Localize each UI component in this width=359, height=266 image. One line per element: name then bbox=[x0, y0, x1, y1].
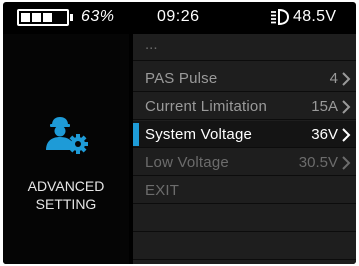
menu-item-value: 36V bbox=[311, 126, 338, 143]
battery-fill bbox=[21, 13, 52, 22]
display-screen: 63% 09:26 48.5V ADVANCED SETTING ... PAS… bbox=[3, 2, 356, 264]
empty-row bbox=[133, 205, 356, 232]
menu-item-exit[interactable]: EXIT bbox=[133, 177, 356, 204]
status-bar: 63% 09:26 48.5V bbox=[3, 2, 356, 32]
menu-item-value: 4 bbox=[329, 70, 338, 87]
clock: 09:26 bbox=[157, 8, 200, 25]
chevron-right-icon bbox=[342, 100, 351, 114]
more-items-row: ... bbox=[133, 34, 356, 61]
left-panel: ADVANCED SETTING bbox=[3, 34, 129, 264]
menu-item-label: Low Voltage bbox=[145, 154, 229, 171]
battery-percent: 63% bbox=[81, 8, 115, 25]
menu-item-value: 30.5V bbox=[298, 154, 338, 171]
menu-item-label: PAS Pulse bbox=[145, 70, 218, 87]
screen-title-line2: SETTING bbox=[35, 196, 97, 212]
headlight-icon bbox=[271, 9, 290, 25]
screen-title-line1: ADVANCED bbox=[27, 178, 105, 194]
settings-menu: ... PAS Pulse 4 Current Limitation 15A S… bbox=[133, 34, 356, 264]
battery-voltage: 48.5V bbox=[293, 8, 337, 25]
chevron-right-icon bbox=[342, 72, 351, 86]
more-items-indicator: ... bbox=[145, 36, 158, 53]
menu-item-label: System Voltage bbox=[145, 126, 253, 143]
screen-title: ADVANCED SETTING bbox=[3, 177, 129, 213]
empty-row bbox=[133, 233, 356, 260]
menu-item-label: Current Limitation bbox=[145, 98, 267, 115]
battery-icon bbox=[17, 9, 73, 26]
menu-item-system-voltage[interactable]: System Voltage 36V bbox=[133, 121, 356, 148]
chevron-right-icon bbox=[342, 128, 351, 142]
menu-item-label: EXIT bbox=[145, 182, 180, 199]
selection-marker bbox=[133, 123, 139, 146]
menu-item-low-voltage[interactable]: Low Voltage 30.5V bbox=[133, 149, 356, 176]
menu-item-pas-pulse[interactable]: PAS Pulse 4 bbox=[133, 65, 356, 92]
menu-item-value: 15A bbox=[311, 98, 338, 115]
menu-item-current-limitation[interactable]: Current Limitation 15A bbox=[133, 93, 356, 120]
chevron-right-icon bbox=[342, 156, 351, 170]
user-settings-icon bbox=[46, 117, 88, 154]
